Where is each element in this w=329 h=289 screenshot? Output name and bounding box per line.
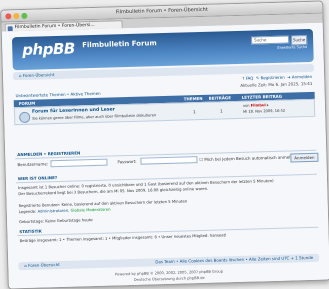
current-time: Aktuelle Zeit: Mo 6. Jan 2025, 15:41: [240, 80, 313, 88]
minimize-icon[interactable]: [13, 12, 20, 19]
register-link[interactable]: ✎ Registrieren: [256, 75, 285, 81]
footer-links[interactable]: Das Team • Alle Cookies des Boards lösch…: [155, 254, 313, 266]
last-post-author: von Filmbul ▸: [243, 103, 269, 108]
last-post-user-link[interactable]: Filmbul: [251, 103, 266, 107]
password-input[interactable]: [140, 156, 198, 165]
last-post-date: Mi 18. Nov 2009, 16:52: [243, 108, 286, 114]
search-button[interactable]: Suche: [290, 35, 308, 46]
forum-name-link[interactable]: Forum für Leserinnen und Leser: [32, 107, 115, 114]
register-label: Registrieren: [260, 74, 285, 81]
autologin-label: Mich bei jedem Besuch automatisch anmeld…: [204, 154, 298, 162]
forum-description: Sie können gerne über Filme, aber auch ü…: [32, 113, 157, 121]
view-post-icon[interactable]: ▸: [267, 103, 269, 107]
site-title: Filmbulletin Forum: [82, 39, 157, 50]
footer-home-label: Foren-Übersicht: [28, 261, 60, 268]
autologin-checkbox[interactable]: ☐: [199, 157, 203, 162]
zoom-icon[interactable]: [21, 12, 28, 19]
advanced-search-link[interactable]: Erweiterte Suche: [277, 45, 307, 50]
login-button[interactable]: Anmelden: [290, 152, 319, 163]
forum-page: phpBB Filmbulletin Forum Suche Suche Erw…: [1, 22, 329, 289]
unread-topics-links[interactable]: Unbeantwortete Themen • Aktive Themen: [15, 91, 100, 98]
forum-read-icon: [19, 111, 31, 124]
top-links: ? FAQ ✎ Registrieren ➜ Anmelden: [242, 74, 312, 81]
window-title: Filmbulletin Forum • Foren-Übersicht: [115, 6, 208, 16]
site-header: phpBB Filmbulletin Forum Suche Suche Erw…: [11, 28, 314, 71]
browser-window: Filmbulletin Forum • Foren-Übersicht Fil…: [0, 0, 329, 289]
autologin-option: ☐ Mich bei jedem Besuch automatisch anme…: [199, 154, 298, 162]
faq-label: FAQ: [245, 75, 254, 81]
username-label: Benutzername:: [17, 161, 49, 168]
username-input[interactable]: [50, 158, 108, 168]
breadcrumb-home-label: Foren-Übersicht: [22, 72, 55, 78]
legend-label: Legende:: [18, 208, 37, 215]
footer-home-link[interactable]: ⌂ Foren-Übersicht: [24, 261, 60, 270]
phpbb-logo[interactable]: phpBB: [22, 39, 75, 58]
login-label: Anmelden: [291, 73, 313, 80]
breadcrumb-home-link[interactable]: ⌂ Foren-Übersicht: [19, 71, 55, 80]
forum-topic-count: 1: [193, 109, 196, 115]
forum-post-count: 1: [220, 108, 223, 114]
favicon-icon: [7, 25, 13, 31]
faq-link[interactable]: ? FAQ: [242, 76, 253, 81]
window-controls: [5, 12, 28, 19]
close-icon[interactable]: [5, 12, 12, 19]
last-post-prefix: von: [242, 103, 250, 108]
legend-admins[interactable]: Administratoren: [38, 208, 69, 214]
birthdays: Geburtstage: Keine Geburtstage heute: [19, 217, 93, 225]
login-link[interactable]: ➜ Anmelden: [287, 74, 312, 80]
password-label: Passwort:: [117, 158, 137, 165]
statistics-heading: STATISTIK: [19, 228, 42, 235]
search-input[interactable]: Suche: [251, 35, 290, 45]
legend-moderators[interactable]: Globale Moderatoren: [70, 207, 110, 213]
